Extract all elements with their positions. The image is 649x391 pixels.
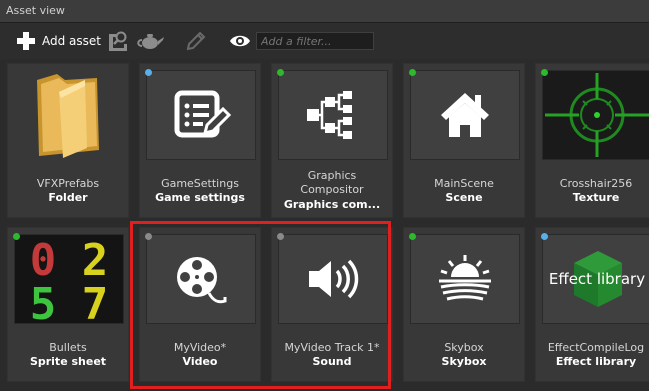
asset-thumbnail: [410, 70, 520, 160]
speaker-icon: [309, 259, 359, 299]
asset-type: Video: [182, 355, 218, 368]
add-asset-label: Add asset: [42, 34, 101, 48]
asset-thumbnail: [410, 234, 520, 324]
asset-thumbnail: [542, 70, 649, 160]
graph-nodes-icon: [307, 91, 352, 139]
crosshair-icon: [545, 73, 649, 157]
asset-thumbnail: Effect library: [542, 234, 649, 324]
asset-name: MyVideo Track 1*: [284, 341, 380, 354]
folder-locate-icon: [109, 31, 127, 51]
asset-name: GameSettings: [161, 177, 239, 190]
edit-asset-button[interactable]: [183, 30, 207, 52]
add-asset-button[interactable]: Add asset: [16, 30, 101, 52]
asset-thumbnail: [278, 234, 388, 324]
asset-type: Folder: [48, 191, 88, 204]
status-dot: [145, 233, 152, 240]
asset-type: Sprite sheet: [29, 355, 107, 368]
sprite-digit: 7: [82, 279, 109, 323]
asset-tile-myvideo-track[interactable]: MyVideo Track 1* Sound: [271, 227, 393, 382]
asset-type: Effect library: [555, 355, 637, 368]
asset-tile-crosshair256[interactable]: Crosshair256 Texture: [535, 63, 649, 218]
asset-name-line2: Compositor: [300, 183, 364, 196]
asset-tile-graphics-compositor[interactable]: Graphics Compositor Graphics com...: [271, 63, 393, 218]
asset-toolbar: Add asset: [0, 23, 649, 59]
asset-name: MainScene: [434, 177, 494, 190]
asset-type: Skybox: [441, 355, 487, 368]
panel-title: Asset view: [6, 4, 65, 17]
filter-input[interactable]: [256, 32, 374, 50]
plus-icon: [16, 31, 36, 51]
panel-titlebar: Asset view: [0, 0, 649, 23]
eye-icon: [230, 35, 250, 47]
asset-thumbnail: [146, 70, 256, 160]
status-dot: [13, 233, 20, 240]
asset-type: Game settings: [155, 191, 245, 204]
status-dot: [277, 233, 284, 240]
sunrise-icon: [439, 255, 491, 301]
asset-thumbnail: [278, 70, 388, 160]
asset-thumbnail: [146, 234, 256, 324]
asset-tile-vfxprefabs[interactable]: VFXPrefabs Folder: [7, 63, 129, 218]
asset-tile-skybox[interactable]: Skybox Skybox: [403, 227, 525, 382]
visibility-toggle[interactable]: [228, 30, 252, 52]
asset-name: Skybox: [444, 341, 484, 354]
status-dot: [541, 69, 548, 76]
asset-name: Graphics: [307, 169, 357, 182]
thumbnail-text: Effect library: [548, 270, 646, 288]
settings-form-icon: [174, 90, 231, 138]
status-dot: [145, 69, 152, 76]
folder-icon: [37, 74, 99, 158]
status-dot: [277, 69, 284, 76]
film-reel-icon: [177, 257, 227, 304]
asset-name: MyVideo*: [173, 341, 227, 354]
edit-base-button[interactable]: [136, 30, 166, 52]
asset-grid: VFXPrefabs Folder GameSettings Game sett…: [0, 60, 649, 391]
asset-view-panel: Asset view Add asset Add a filter... VFX…: [0, 0, 649, 391]
asset-name: EffectCompileLog: [547, 341, 645, 354]
house-icon: [441, 93, 489, 137]
asset-tile-gamesettings[interactable]: GameSettings Game settings: [139, 63, 261, 218]
pencil-icon: [186, 31, 206, 51]
asset-tile-effectcompilelog[interactable]: Effect library EffectCompileLog Effect l…: [535, 227, 649, 382]
status-dot: [409, 69, 416, 76]
sprite-digit: 5: [30, 279, 57, 323]
show-in-explorer-button[interactable]: [106, 30, 130, 52]
status-dot: [541, 233, 548, 240]
digits-sprite-icon: 0 2 5 7: [30, 235, 109, 323]
asset-thumbnail: 0 2 5 7: [14, 234, 124, 324]
status-dot: [409, 233, 416, 240]
asset-name: VFXPrefabs: [36, 177, 100, 190]
asset-name: Crosshair256: [559, 177, 633, 190]
asset-thumbnail: [14, 70, 124, 160]
asset-tile-mainscene[interactable]: MainScene Scene: [403, 63, 525, 218]
asset-tile-bullets[interactable]: 0 2 5 7 Bullets Sprite sheet: [7, 227, 129, 382]
asset-type: Scene: [445, 191, 483, 204]
teapot-icon: [137, 34, 164, 49]
asset-type: Texture: [572, 191, 620, 204]
asset-name: Bullets: [49, 341, 87, 354]
asset-tile-myvideo[interactable]: MyVideo* Video: [139, 227, 261, 382]
asset-type: Graphics com...: [283, 198, 381, 211]
asset-type: Sound: [312, 355, 352, 368]
